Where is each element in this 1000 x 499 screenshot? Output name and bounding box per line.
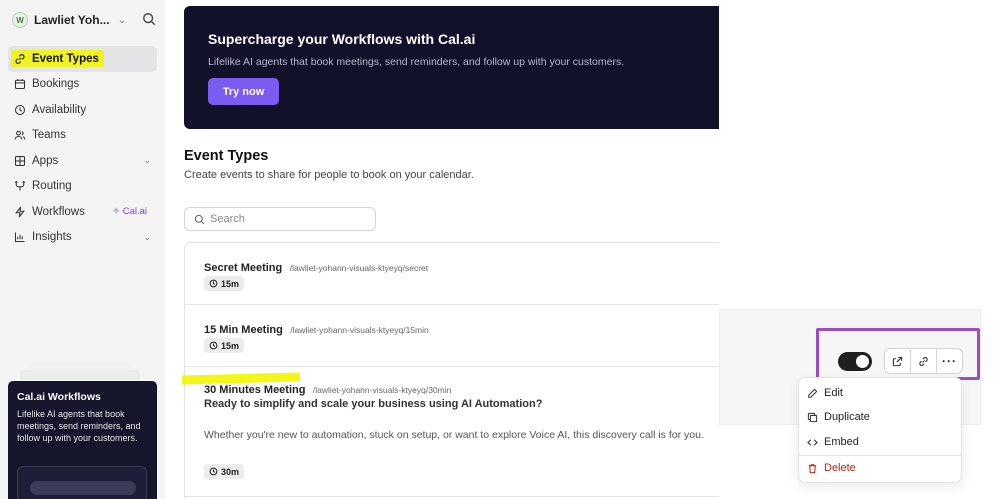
sidebar-item-label: Bookings xyxy=(32,78,80,91)
sidebar-item-label: Apps xyxy=(32,154,59,167)
sidebar: W Lawliet Yoh... ⌄ Event Types Bookings … xyxy=(0,0,165,499)
clock-icon xyxy=(209,341,218,350)
event-slug: /lawliet-yohann-visuals-ktyeyq/15min xyxy=(290,325,429,335)
menu-divider xyxy=(799,455,961,456)
menu-item-delete[interactable]: Delete xyxy=(807,458,856,478)
event-title: Secret Meeting xyxy=(204,262,283,274)
event-title: 15 Min Meeting xyxy=(204,324,283,336)
link-icon xyxy=(15,53,25,64)
phone-illustration-bar xyxy=(30,481,136,495)
sidebar-item-label: Workflows xyxy=(32,205,85,218)
list-item[interactable]: 30 Minutes Meeting /lawliet-yohann-visua… xyxy=(181,367,719,497)
grid-icon xyxy=(14,155,26,166)
badge-label: Cal.ai xyxy=(122,206,147,218)
chart-icon xyxy=(14,232,25,243)
sidebar-item-bookings[interactable]: Bookings xyxy=(8,72,157,98)
trash-icon xyxy=(808,463,817,473)
banner-subtitle: Lifelike AI agents that book meetings, s… xyxy=(208,56,625,68)
menu-item-embed[interactable]: Embed xyxy=(807,432,859,452)
try-now-button[interactable]: Try now xyxy=(208,78,279,105)
search-icon xyxy=(194,214,205,224)
avatar: W xyxy=(12,12,28,28)
sidebar-item-availability[interactable]: Availability xyxy=(8,97,157,123)
menu-item-label: Embed xyxy=(824,436,859,448)
promo-stack-shadow xyxy=(30,362,130,370)
routing-icon xyxy=(14,181,26,191)
promo-text: Lifelike AI agents that book meetings, s… xyxy=(17,409,141,443)
event-slug: /lawliet-yohann-visuals-ktyeyq/secret xyxy=(289,263,429,273)
sidebar-item-event-types[interactable]: Event Types xyxy=(8,46,157,72)
page-subtitle: Create events to share for people to boo… xyxy=(184,169,474,181)
list-item[interactable]: 15 Min Meeting /lawliet-yohann-visuals-k… xyxy=(185,305,719,367)
promo-title: Cal.ai Workflows xyxy=(17,391,101,403)
event-types-list: Secret Meeting /lawliet-yohann-visuals-k… xyxy=(181,242,719,499)
chevron-down-icon: ⌄ xyxy=(143,155,151,166)
page-title: Event Types xyxy=(184,148,269,164)
duration-badge: 15m xyxy=(204,276,245,291)
cal-ai-badge: ✧ Cal.ai xyxy=(112,206,147,218)
pencil-icon xyxy=(808,388,818,398)
cal-ai-banner: Supercharge your Workflows with Cal.ai L… xyxy=(184,6,719,129)
users-icon xyxy=(14,130,26,140)
sidebar-item-workflows[interactable]: Workflows ✧ Cal.ai xyxy=(8,199,157,225)
duration-badge: 30m xyxy=(204,464,245,479)
user-name: Lawliet Yoh... xyxy=(34,13,110,27)
event-heading: 30 Minutes Meeting /lawliet-yohann-visua… xyxy=(204,380,451,398)
duration-label: 30m xyxy=(221,466,240,477)
clock-icon xyxy=(209,467,218,476)
clock-icon xyxy=(14,104,26,115)
event-subtitle: Ready to simplify and scale your busines… xyxy=(204,398,543,410)
menu-item-edit[interactable]: Edit xyxy=(807,383,843,403)
sidebar-item-label: Insights xyxy=(32,231,72,244)
sidebar-item-insights[interactable]: Insights ⌄ xyxy=(8,225,157,251)
event-options-menu: Edit Duplicate Embed Delete xyxy=(798,377,962,483)
event-slug: /lawliet-yohann-visuals-ktyeyq/30min xyxy=(312,385,452,395)
clock-icon xyxy=(209,279,218,288)
search-input[interactable]: Search xyxy=(184,207,376,231)
banner-title: Supercharge your Workflows with Cal.ai xyxy=(208,31,476,47)
duration-label: 15m xyxy=(221,340,240,351)
sidebar-item-label: Routing xyxy=(32,180,72,193)
list-item[interactable]: Secret Meeting /lawliet-yohann-visuals-k… xyxy=(185,243,719,305)
sidebar-item-label: Availability xyxy=(32,103,87,116)
sidebar-item-apps[interactable]: Apps ⌄ xyxy=(8,148,157,174)
menu-item-label: Duplicate xyxy=(824,411,870,423)
sidebar-item-routing[interactable]: Routing xyxy=(8,174,157,200)
cal-ai-promo-card[interactable]: Cal.ai Workflows Lifelike AI agents that… xyxy=(8,381,157,499)
chevron-down-icon: ⌄ xyxy=(143,231,151,242)
event-title: 30 Minutes Meeting xyxy=(204,384,306,396)
promo-stack-shadow xyxy=(20,370,140,380)
event-description: Whether you're new to automation, stuck … xyxy=(204,429,704,441)
annotation-box xyxy=(816,328,980,380)
event-heading: 15 Min Meeting /lawliet-yohann-visuals-k… xyxy=(204,320,429,338)
sidebar-item-label: Teams xyxy=(32,129,66,142)
menu-item-label: Delete xyxy=(824,462,856,474)
duration-badge: 15m xyxy=(204,338,245,353)
zap-icon xyxy=(15,206,25,217)
user-menu[interactable]: W Lawliet Yoh... ⌄ xyxy=(12,9,158,31)
menu-item-duplicate[interactable]: Duplicate xyxy=(807,407,870,427)
event-heading: Secret Meeting /lawliet-yohann-visuals-k… xyxy=(204,258,428,276)
chevron-down-icon: ⌄ xyxy=(117,14,126,26)
sidebar-item-label: Event Types xyxy=(32,52,99,65)
copy-icon xyxy=(807,412,818,422)
phone-illustration xyxy=(17,466,147,499)
search-placeholder: Search xyxy=(210,213,245,225)
sidebar-nav: Event Types Bookings Availability Teams … xyxy=(8,46,157,250)
sidebar-item-teams[interactable]: Teams xyxy=(8,123,157,149)
code-icon xyxy=(807,438,818,446)
menu-item-label: Edit xyxy=(824,387,843,399)
duration-label: 15m xyxy=(221,278,240,289)
calendar-icon xyxy=(14,79,26,90)
search-icon[interactable] xyxy=(142,12,156,26)
